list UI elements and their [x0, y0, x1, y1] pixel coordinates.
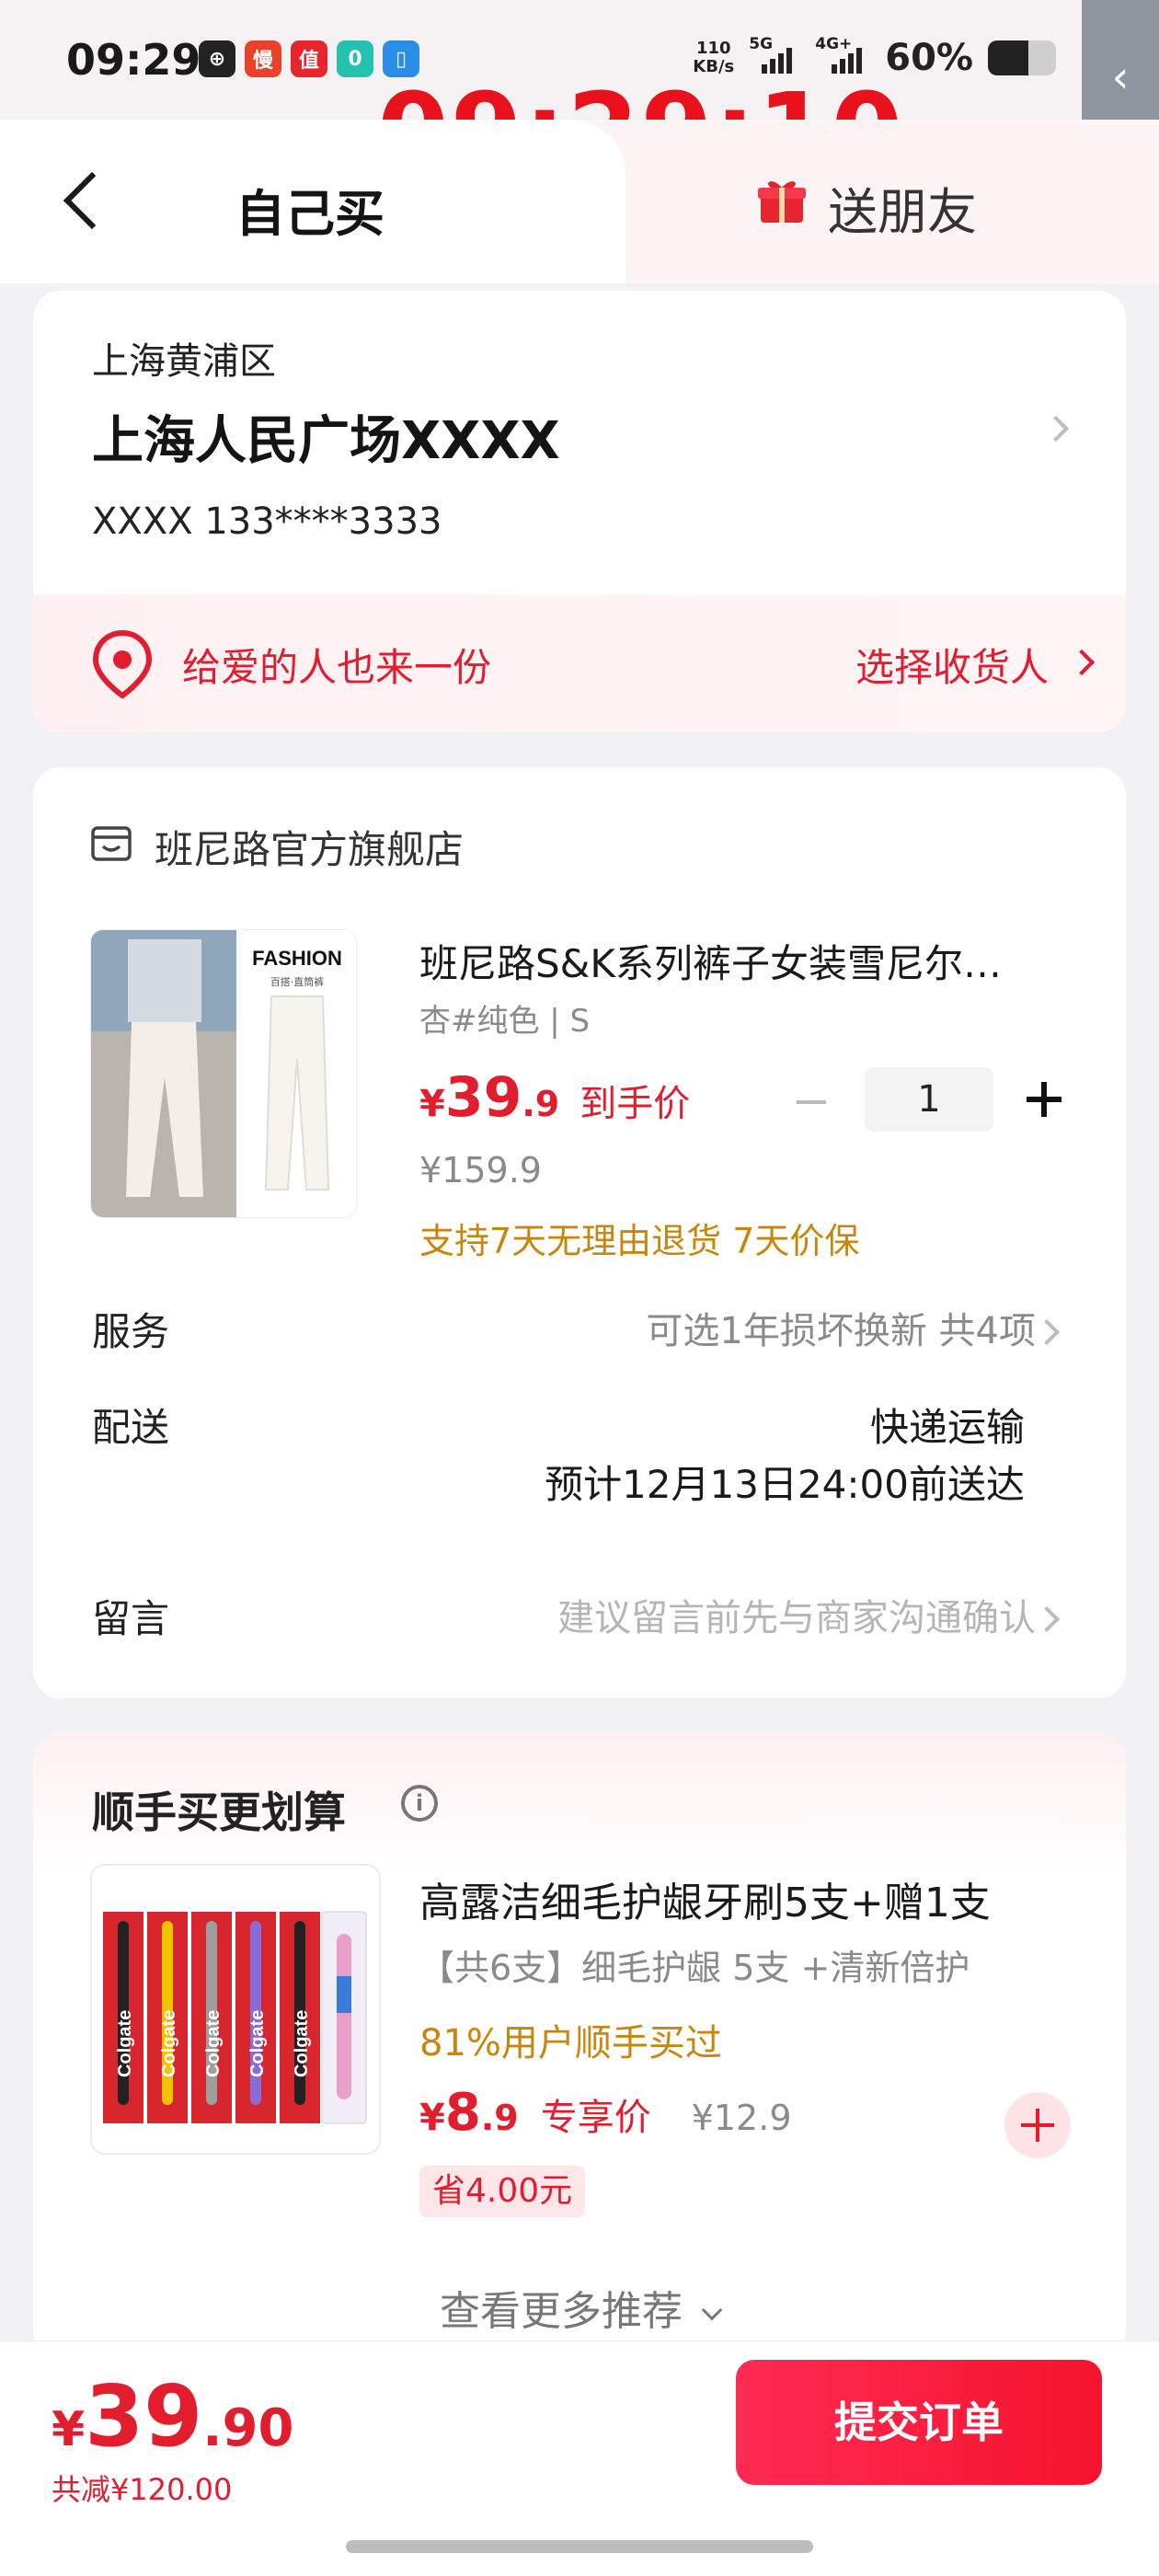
original-price: ¥159.9 — [419, 1150, 542, 1190]
price-tag: 到手价 — [580, 1083, 691, 1125]
quantity-input[interactable]: 1 — [865, 1067, 993, 1132]
total-symbol: ¥ — [52, 2402, 86, 2457]
recommend-item-image[interactable]: Colgate Colgate Colgate Colgate Colgate — [90, 1864, 381, 2155]
manman-app-icon: 慢 — [245, 40, 281, 77]
location-pin-icon — [92, 629, 153, 699]
rec-price-tag: 专享价 — [540, 2097, 651, 2139]
note-input[interactable]: 建议留言前先与商家沟通确认 — [557, 1588, 1036, 1641]
bottom-bar: ¥ 39 .90 共减¥120.00 提交订单 — [0, 2340, 1159, 2576]
battery-icon — [988, 40, 1056, 75]
bank-app-icon: ⊕ — [199, 40, 235, 77]
brand-text: Colgate — [292, 2010, 312, 2077]
zhi-app-icon: 值 — [291, 40, 327, 77]
quantity-decrease-button[interactable] — [793, 1084, 830, 1121]
rec-price-symbol: ¥ — [419, 2097, 445, 2139]
status-time: 09:29 — [66, 35, 201, 85]
gift-prompt: 给爱的人也来一份 — [182, 645, 492, 690]
store-icon — [91, 826, 132, 861]
teal-app-icon: 0 — [337, 40, 373, 77]
select-recipient-link[interactable]: 选择收货人 — [855, 637, 1049, 693]
service-label: 服务 — [92, 1309, 170, 1354]
product-image-art: FASHION 百搭·直筒裤 — [91, 930, 356, 1217]
product-image-label: FASHION — [252, 947, 342, 970]
quantity-increase-button[interactable] — [1023, 1078, 1065, 1121]
recommend-title: 顺手买更划算 — [92, 1788, 346, 1837]
order-card: 班尼路官方旗舰店 FASHION 百搭·直筒裤 班尼路S&K系列裤子女装雪尼尔…… — [33, 767, 1126, 1698]
back-button[interactable] — [52, 158, 107, 241]
address-contact: XXXX 133****3333 — [92, 500, 442, 543]
toothbrush-pack-art: Colgate Colgate Colgate Colgate Colgate — [103, 1897, 367, 2127]
address-district: 上海黄浦区 — [92, 340, 276, 383]
price-decimal: .9 — [522, 1084, 560, 1124]
shipping-label: 配送 — [92, 1405, 170, 1450]
shipping-method: 快递运输 — [869, 1405, 1025, 1450]
brand-text: Colgate — [247, 2010, 268, 2077]
net-speed: 110 KB/s — [693, 40, 734, 76]
tab-buy-self-label: 自己买 — [235, 185, 384, 243]
add-recommend-button[interactable] — [1004, 2092, 1071, 2158]
signal-4g-icon: 4G+ — [815, 35, 870, 74]
total-decimal: .90 — [202, 2398, 294, 2458]
total-price: ¥ 39 .90 — [52, 2367, 293, 2466]
recommend-card: 顺手买更划算 i Colgate Colgate Colgate Colgate Col… — [33, 1733, 1126, 2359]
submit-order-button[interactable]: 提交订单 — [736, 2360, 1102, 2485]
chevron-right-icon — [1033, 1605, 1065, 1638]
save-badge: 省4.00元 — [419, 2166, 586, 2217]
product-spec[interactable]: 杏#纯色 | S — [419, 995, 590, 1041]
net-speed-value: 110 — [695, 39, 731, 58]
shipping-eta: 预计12月13日24:00前送达 — [545, 1462, 1025, 1507]
tab-send-friend[interactable]: 送朋友 — [828, 171, 977, 244]
rec-price-integer: 8 — [444, 2083, 481, 2143]
recommend-price: ¥ 8 .9 专享价 ¥12.9 — [419, 2083, 792, 2143]
address-card[interactable]: 上海黄浦区 上海人民广场XXXX XXXX 133****3333 给爱的人也来… — [33, 291, 1126, 732]
brand-text: Colgate — [203, 2010, 224, 2077]
recommend-users-stat: 81%用户顺手买过 — [419, 2022, 722, 2064]
total-discount: 共减¥120.00 — [52, 2472, 233, 2507]
product-image[interactable]: FASHION 百搭·直筒裤 — [90, 929, 357, 1218]
product-price: ¥ 39 .9 到手价 — [419, 1065, 690, 1130]
brand-text: Colgate — [115, 2010, 135, 2077]
rec-original-price: ¥12.9 — [691, 2098, 792, 2138]
address-detail: 上海人民广场XXXX — [92, 411, 560, 471]
gift-icon — [758, 181, 806, 223]
home-indicator[interactable] — [346, 2540, 813, 2553]
brand-text: Colgate — [159, 2010, 179, 2077]
product-title[interactable]: 班尼路S&K系列裤子女装雪尼尔… — [419, 933, 1073, 989]
signal-5g-icon: 5G — [749, 35, 800, 74]
product-image-sublabel: 百搭·直筒裤 — [270, 975, 325, 988]
total-integer: 39 — [85, 2367, 203, 2466]
recommend-item-name[interactable]: 高露洁细毛护龈牙刷5支+赠1支 — [419, 1869, 991, 1928]
more-recommend-link[interactable]: 查看更多推荐 — [33, 2278, 1126, 2337]
signal-5g-label: 5G — [749, 35, 774, 53]
more-recommend-label: 查看更多推荐 — [440, 2288, 683, 2335]
signal-4g-label: 4G+ — [815, 35, 853, 53]
rec-price-decimal: .9 — [480, 2098, 519, 2138]
store-name[interactable]: 班尼路官方旗舰店 — [155, 819, 464, 875]
service-value[interactable]: 可选1年损坏换新 共4项 — [646, 1301, 1036, 1354]
chevron-down-icon — [701, 2299, 723, 2321]
price-symbol: ¥ — [419, 1083, 445, 1125]
product-guarantee: 支持7天无理由退货 7天价保 — [419, 1221, 860, 1261]
note-label: 留言 — [92, 1596, 170, 1641]
chevron-right-icon — [1033, 1318, 1065, 1351]
info-icon[interactable]: i — [401, 1785, 438, 1822]
recommend-item-desc: 【共6支】细毛护龈 5支 +清新倍护 — [419, 1948, 970, 1988]
gift-recipient-bar[interactable]: 给爱的人也来一份 选择收货人 — [33, 594, 1126, 732]
price-integer: 39 — [444, 1065, 522, 1130]
chevron-right-icon — [1042, 410, 1074, 447]
